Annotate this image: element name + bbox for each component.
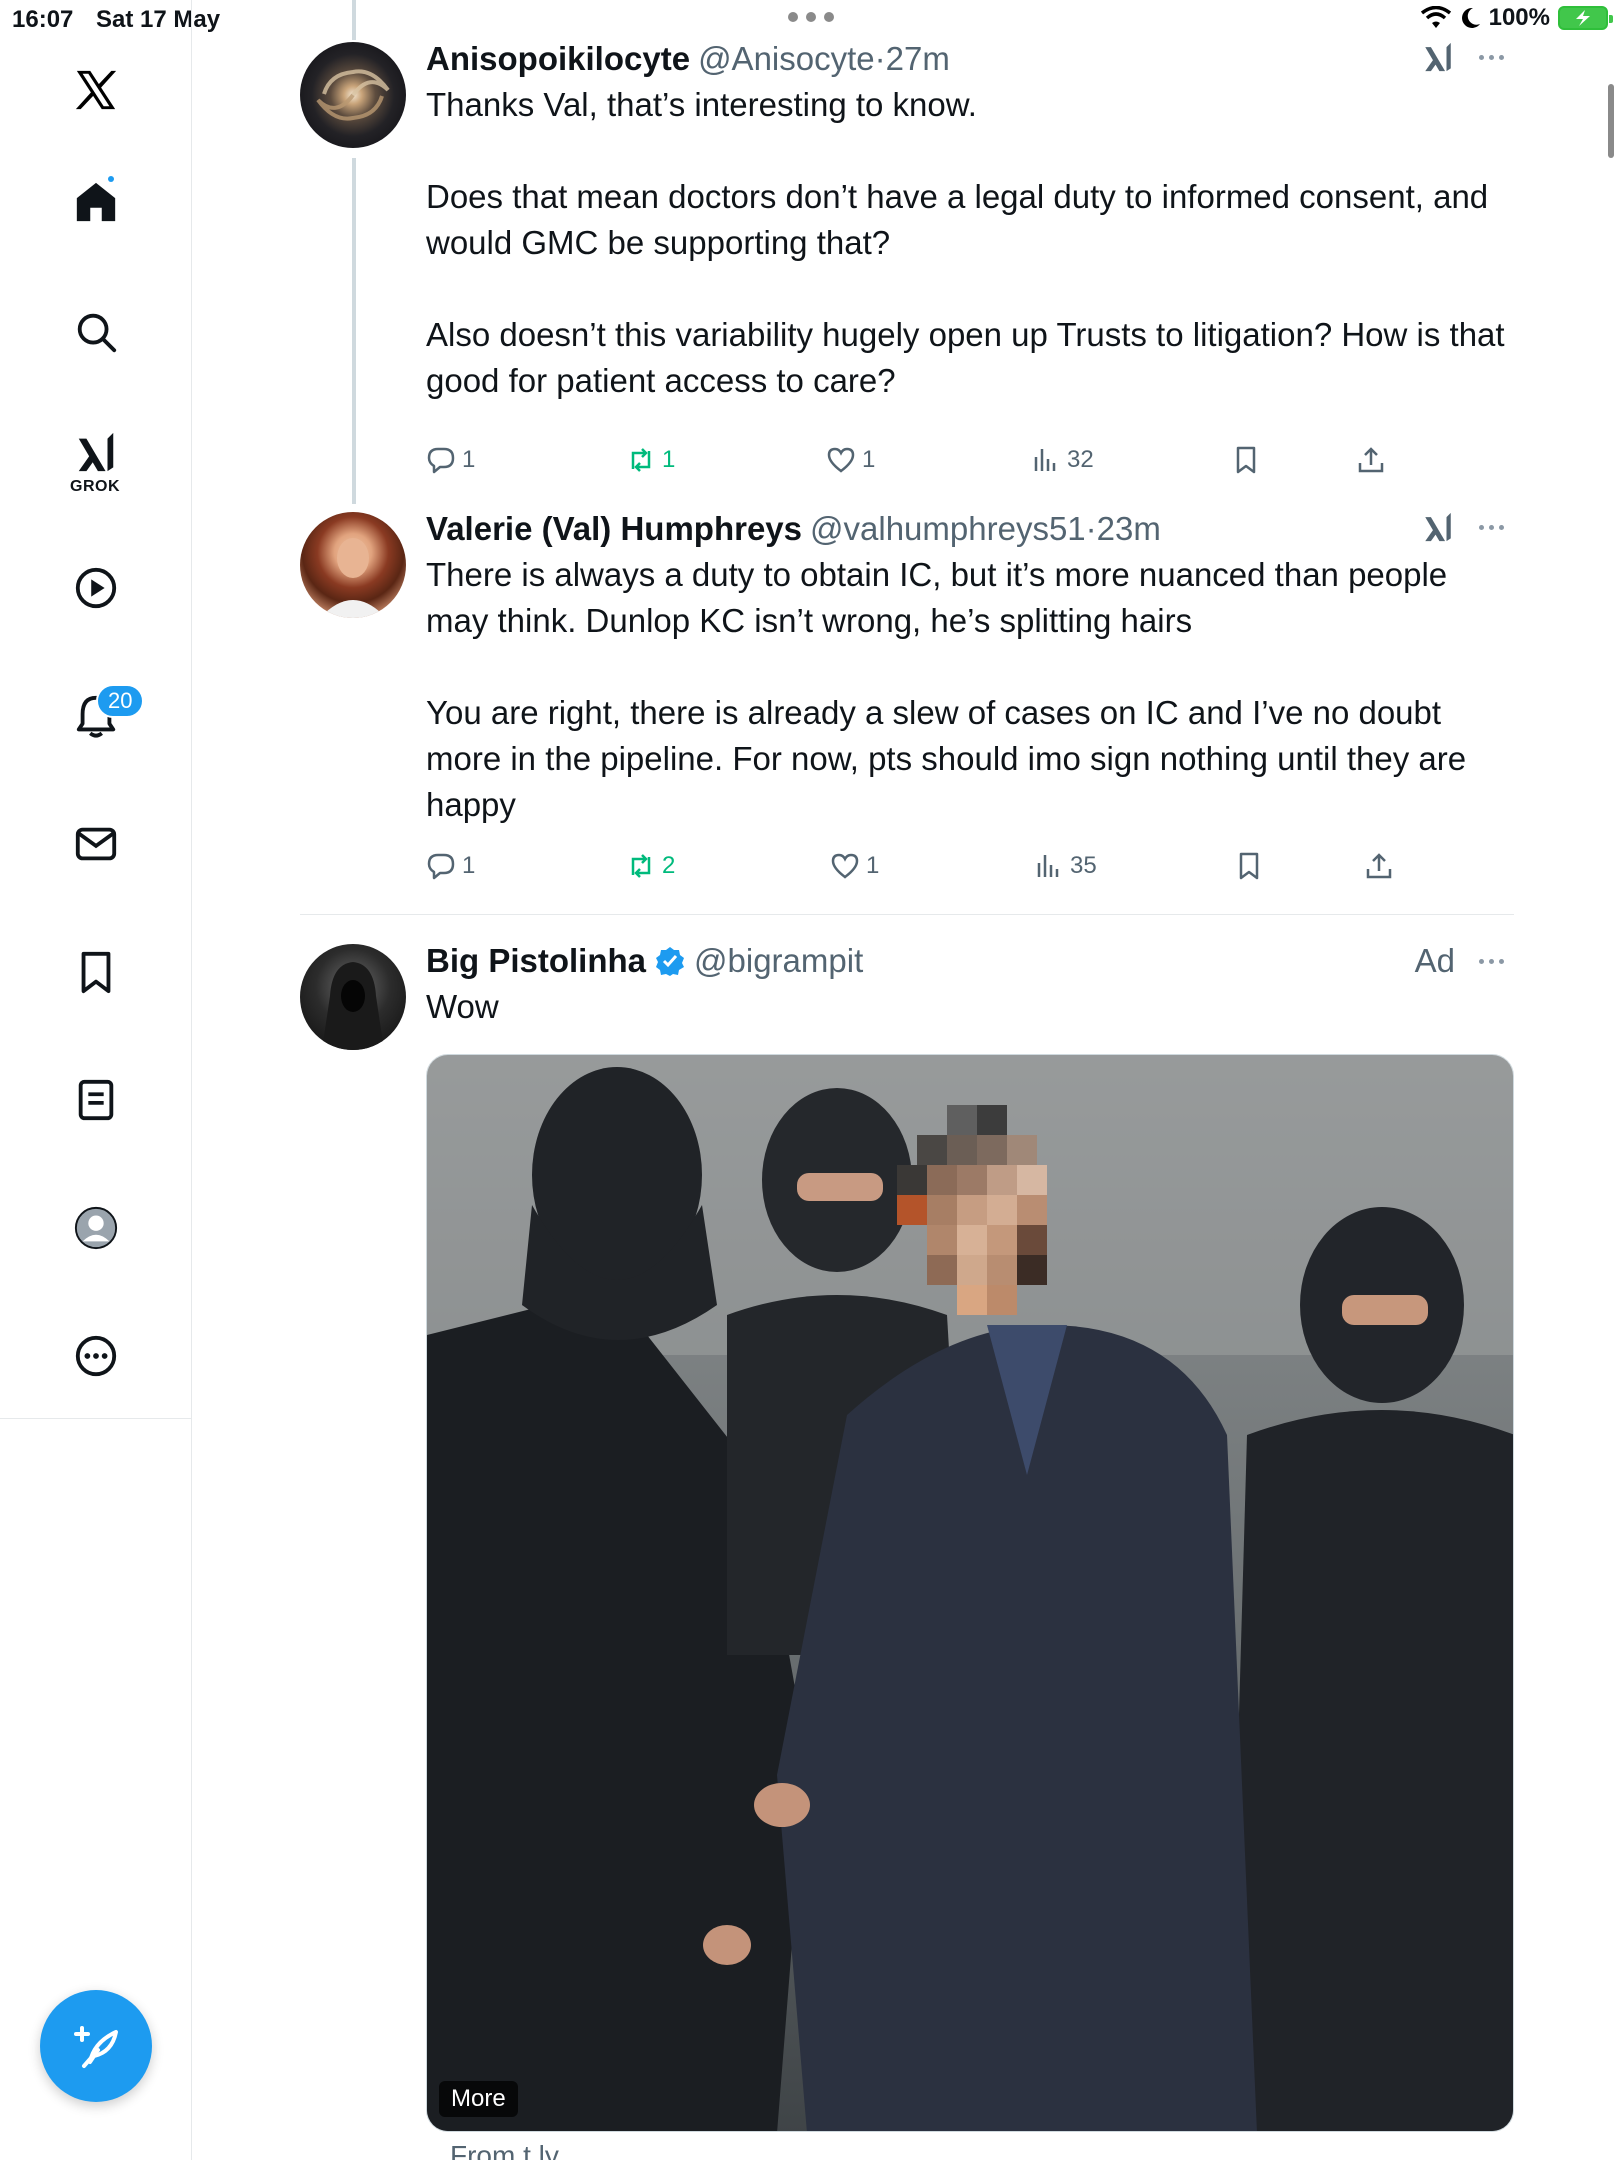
bookmark-button[interactable] (1231, 445, 1261, 475)
reply-button[interactable]: 1 (426, 851, 475, 881)
bookmarks-icon[interactable] (66, 942, 126, 1002)
bookmark-icon (1236, 446, 1256, 474)
tweet-text: Thanks Val, that’s interesting to know. … (426, 86, 1505, 399)
battery-percent: 100% (1488, 4, 1550, 31)
avatar[interactable] (300, 944, 406, 1050)
arrest-photo (427, 1055, 1513, 2131)
retweet-count: 2 (662, 852, 676, 879)
share-button[interactable] (1364, 851, 1394, 881)
grok-explain-icon[interactable] (1421, 40, 1455, 74)
tweet-anisocyte[interactable]: Anisopoikilocyte @Anisocyte ·27m Thanks … (300, 40, 1514, 474)
profile-avatar-icon[interactable] (66, 1198, 126, 1258)
sidebar-nav: GROK 20 (0, 0, 192, 2160)
grok-explain-icon[interactable] (1421, 510, 1455, 544)
tweet-more-icon[interactable] (1479, 958, 1504, 964)
status-bar: 16:07 Sat 17 May 100% (0, 0, 1620, 40)
reply-icon (427, 853, 455, 880)
retweet-icon (631, 854, 651, 878)
tweet-time[interactable]: ·27m (875, 40, 950, 78)
tweet-header: Big Pistolinha @bigrampit (426, 942, 1514, 980)
home-icon[interactable] (66, 172, 126, 232)
compose-feather-icon (74, 2026, 118, 2068)
share-icon (1358, 447, 1384, 473)
verified-badge-icon (656, 947, 685, 976)
bookmark-icon (1239, 852, 1259, 880)
sidebar-divider (0, 1418, 192, 1419)
views-chart-icon (1034, 449, 1056, 471)
retweet-icon (631, 448, 651, 472)
like-count: 1 (866, 852, 880, 879)
more-options-icon[interactable] (66, 1326, 126, 1386)
views-chart-icon (1037, 855, 1059, 877)
author-name[interactable]: Anisopoikilocyte (426, 40, 690, 78)
moon-icon (1461, 7, 1480, 28)
author-handle[interactable]: @Anisocyte (698, 40, 875, 78)
author-name[interactable]: Valerie (Val) Humphreys (426, 510, 802, 548)
grok-icon[interactable] (66, 422, 126, 482)
media-more-button[interactable]: More (439, 2081, 518, 2117)
messages-envelope-icon[interactable] (66, 814, 126, 874)
tweet-separator (300, 914, 1514, 915)
views-count: 35 (1070, 852, 1097, 879)
thread-line (352, 0, 356, 40)
home-unread-dot (108, 176, 114, 182)
tweet-time[interactable]: ·23m (1086, 510, 1161, 548)
reply-count: 1 (462, 852, 476, 879)
ad-label: Ad (1414, 942, 1455, 979)
retweet-button[interactable]: 2 (626, 851, 675, 881)
compose-post-button[interactable] (40, 1990, 152, 2102)
author-handle[interactable]: @valhumphreys51 (810, 510, 1086, 548)
search-icon[interactable] (66, 302, 126, 362)
tweet-header: Anisopoikilocyte @Anisocyte ·27m (426, 40, 1514, 78)
grok-label: GROK (70, 478, 120, 495)
reply-button[interactable]: 1 (426, 445, 475, 475)
tweet-media-image[interactable]: More (426, 1054, 1514, 2132)
video-icon[interactable] (66, 558, 126, 618)
like-count: 1 (862, 446, 876, 473)
views-button[interactable]: 35 (1034, 851, 1097, 881)
x-logo-icon[interactable] (66, 60, 126, 120)
tweet-text: There is always a duty to obtain IC, but… (426, 556, 1467, 823)
retweet-count: 1 (662, 446, 676, 473)
tweet-more-icon[interactable] (1479, 54, 1504, 60)
like-button[interactable]: 1 (826, 445, 875, 475)
heart-icon (827, 447, 855, 473)
heart-icon (831, 853, 859, 879)
bookmark-button[interactable] (1234, 851, 1264, 881)
ad-source-link[interactable]: From t.ly (450, 2140, 559, 2160)
tweet-text: Wow (426, 988, 499, 1025)
avatar[interactable] (300, 42, 406, 148)
retweet-button[interactable]: 1 (626, 445, 675, 475)
share-icon (1366, 853, 1392, 879)
tweet-more-icon[interactable] (1479, 524, 1504, 530)
notifications-badge: 20 (96, 684, 145, 718)
multitasking-dots-icon[interactable] (788, 12, 834, 24)
views-button[interactable]: 32 (1031, 445, 1094, 475)
avatar[interactable] (300, 512, 406, 618)
author-name[interactable]: Big Pistolinha (426, 942, 646, 980)
battery-icon (1558, 6, 1613, 30)
views-count: 32 (1067, 446, 1094, 473)
tweet-header: Valerie (Val) Humphreys @valhumphreys51 … (426, 510, 1514, 548)
reply-count: 1 (462, 446, 476, 473)
author-handle[interactable]: @bigrampit (694, 942, 863, 980)
reply-icon (427, 447, 455, 474)
status-indicators: 100% (1420, 4, 1613, 32)
share-button[interactable] (1356, 445, 1386, 475)
wifi-icon (1420, 6, 1451, 28)
scroll-indicator[interactable] (1608, 84, 1614, 158)
like-button[interactable]: 1 (830, 851, 879, 881)
lists-icon[interactable] (66, 1070, 126, 1130)
tweet-valhumphreys[interactable]: Valerie (Val) Humphreys @valhumphreys51 … (300, 510, 1514, 900)
